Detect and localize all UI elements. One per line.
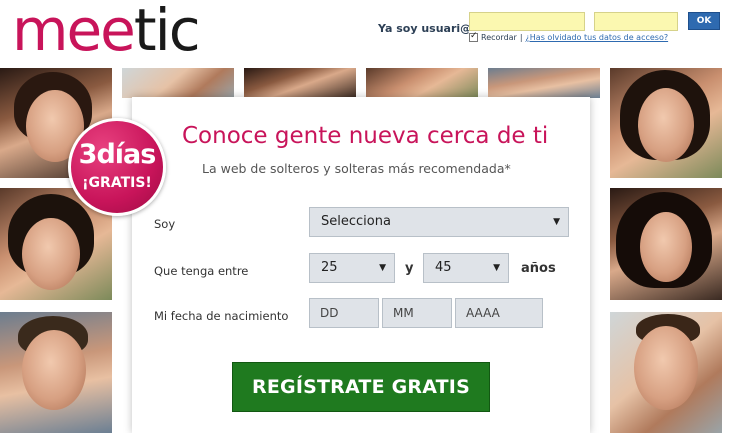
login-password-input[interactable]	[594, 12, 678, 31]
chevron-down-icon: ▼	[553, 217, 560, 227]
registration-panel: Conoce gente nueva cerca de ti La web de…	[132, 97, 590, 433]
profile-photo	[610, 188, 722, 300]
gender-select-value: Selecciona	[321, 214, 391, 229]
badge-days: 3días	[78, 139, 157, 170]
header: meetic Ya soy usuari@ OK Recordar | ¿Has…	[0, 0, 740, 64]
profile-photo	[610, 68, 722, 178]
profile-photo	[122, 68, 234, 98]
age-unit-text: años	[521, 261, 556, 276]
login-label: Ya soy usuari@	[378, 22, 472, 35]
meetic-logo[interactable]: meetic	[12, 0, 201, 64]
age-range-label: Que tenga entre	[154, 264, 249, 278]
birth-day-placeholder: DD	[320, 306, 339, 320]
profile-photo	[488, 68, 600, 98]
birth-year-placeholder: AAAA	[466, 306, 500, 320]
birth-date-label: Mi fecha de nacimiento	[154, 309, 289, 323]
panel-subheadline: La web de solteros y solteras más recome…	[202, 161, 511, 176]
panel-headline: Conoce gente nueva cerca de ti	[182, 123, 549, 149]
profile-photo	[610, 312, 722, 433]
chevron-down-icon: ▼	[379, 263, 386, 273]
profile-photo	[244, 68, 356, 98]
login-username-input[interactable]	[469, 12, 585, 31]
remember-label: Recordar	[481, 33, 517, 42]
age-and-text: y	[405, 261, 414, 276]
separator: |	[519, 33, 523, 42]
profile-photo	[366, 68, 478, 98]
soy-label: Soy	[154, 217, 176, 231]
remember-checkbox[interactable]	[469, 31, 478, 42]
birth-day-input[interactable]: DD	[309, 298, 379, 328]
age-max-select[interactable]: 45 ▼	[423, 253, 509, 283]
age-max-value: 45	[435, 260, 452, 275]
forgot-credentials-link[interactable]: ¿Has olvidado tus datos de acceso?	[526, 33, 669, 42]
birth-month-input[interactable]: MM	[382, 298, 452, 328]
login-options: Recordar | ¿Has olvidado tus datos de ac…	[469, 31, 669, 42]
chevron-down-icon: ▼	[493, 263, 500, 273]
logo-text-dark: tic	[133, 0, 201, 64]
register-free-button[interactable]: REGÍSTRATE GRATIS	[232, 362, 490, 412]
profile-photo	[0, 312, 112, 433]
badge-free: ¡GRATIS!	[82, 175, 152, 191]
age-min-select[interactable]: 25 ▼	[309, 253, 395, 283]
logo-text-pink: mee	[12, 0, 136, 64]
age-min-value: 25	[321, 260, 338, 275]
birth-year-input[interactable]: AAAA	[455, 298, 543, 328]
login-ok-button[interactable]: OK	[688, 12, 720, 30]
gender-select[interactable]: Selecciona ▼	[309, 207, 569, 237]
birth-month-placeholder: MM	[393, 306, 414, 320]
free-trial-badge: 3días ¡GRATIS!	[68, 118, 166, 216]
